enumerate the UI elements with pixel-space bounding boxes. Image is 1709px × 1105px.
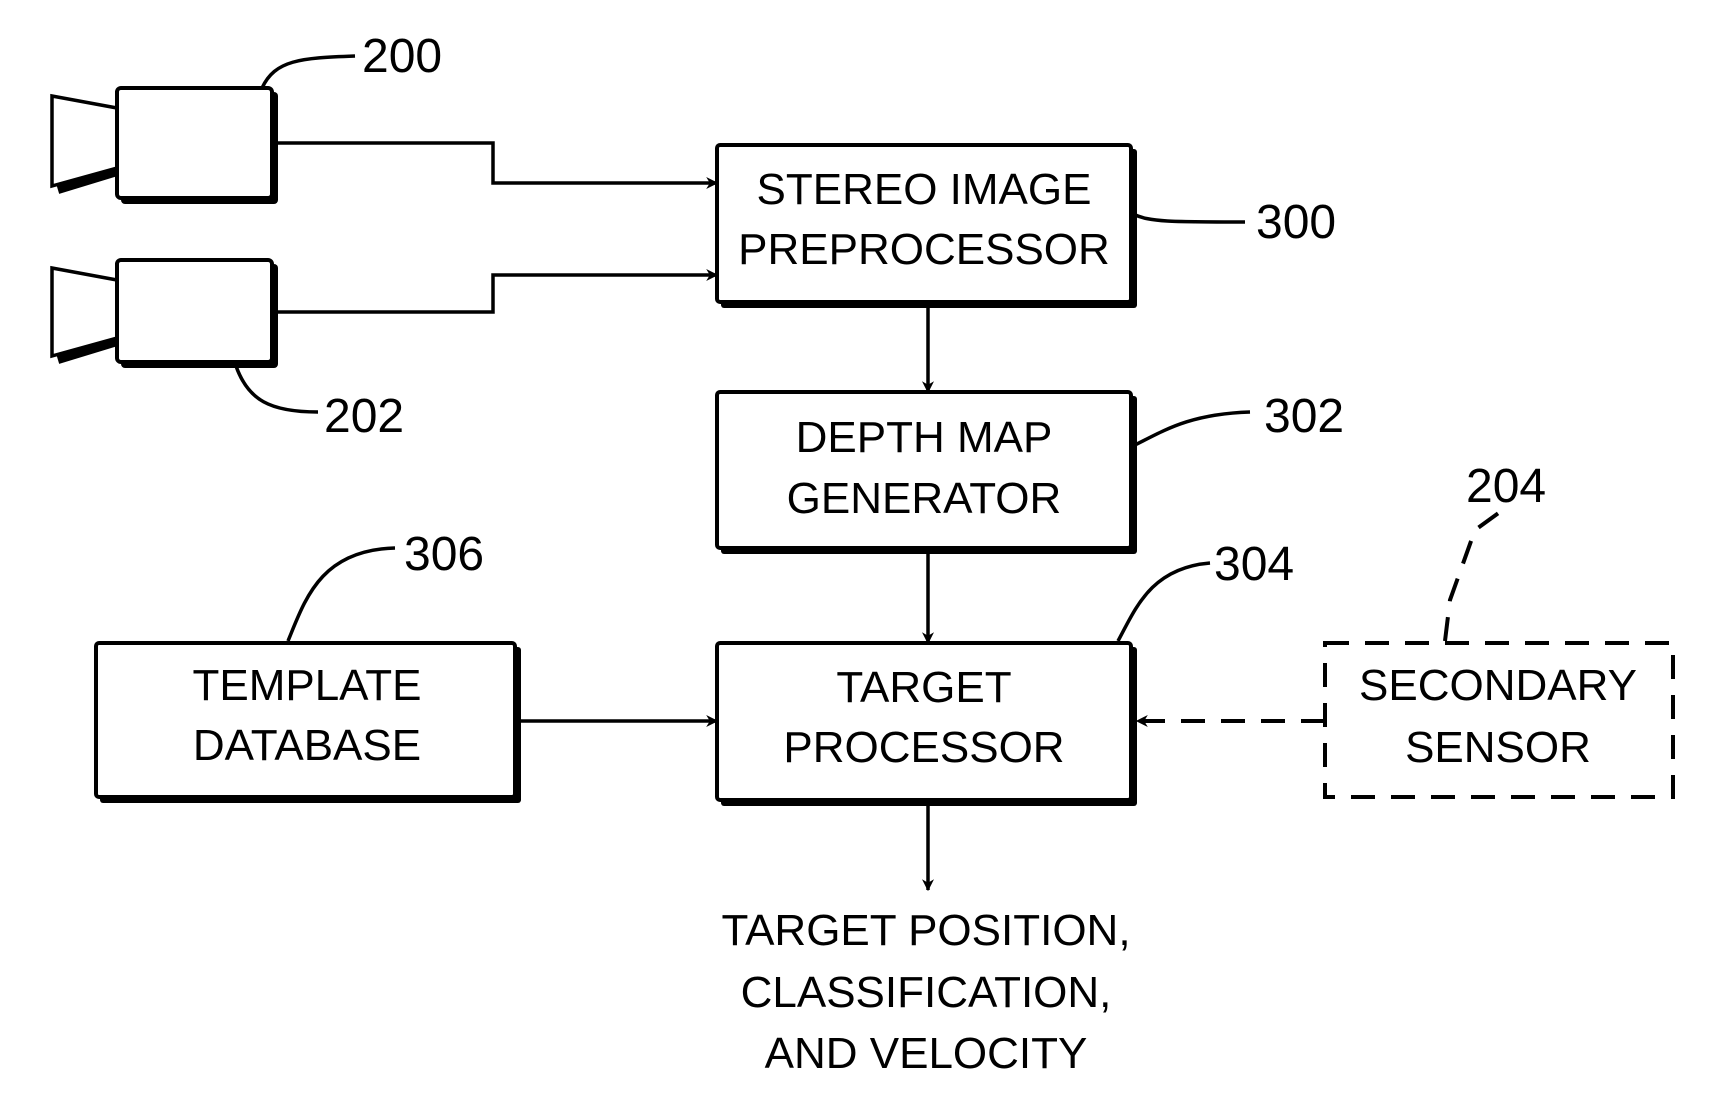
secondary-sensor-block: SECONDARY SENSOR 204 xyxy=(1323,460,1675,799)
leader-300 xyxy=(1132,212,1246,224)
leader-304 xyxy=(1116,561,1211,642)
camera-200: 200 xyxy=(50,30,442,204)
secondary-label-line1: SECONDARY xyxy=(1359,661,1637,710)
block-diagram: 200 202 STEREO IMAGE PREPROCESSOR 300 DE… xyxy=(50,30,1675,1078)
template-label-line1: TEMPLATE xyxy=(192,661,421,710)
ref-200: 200 xyxy=(362,30,442,83)
template-label-line2: DATABASE xyxy=(193,721,421,770)
leader-306 xyxy=(286,546,396,642)
stereo-label-line1: STEREO IMAGE xyxy=(757,165,1092,214)
target-label-line1: TARGET xyxy=(836,663,1011,712)
leader-204 xyxy=(1443,510,1502,642)
output-label: TARGET POSITION, CLASSIFICATION, AND VEL… xyxy=(721,906,1130,1078)
depth-label-line1: DEPTH MAP xyxy=(796,413,1053,462)
secondary-label-line2: SENSOR xyxy=(1405,723,1591,772)
depth-map-generator-block: DEPTH MAP GENERATOR 302 xyxy=(715,390,1344,554)
camera-202: 202 xyxy=(50,258,404,443)
output-line2: CLASSIFICATION, xyxy=(741,968,1112,1017)
stereo-label-line2: PREPROCESSOR xyxy=(738,225,1110,274)
template-database-block: TEMPLATE DATABASE 306 xyxy=(94,528,521,803)
ref-302: 302 xyxy=(1264,390,1344,443)
ref-306: 306 xyxy=(404,528,484,581)
ref-202: 202 xyxy=(324,390,404,443)
output-line1: TARGET POSITION, xyxy=(721,906,1130,955)
connector-202-to-stereo xyxy=(276,269,719,314)
leader-302 xyxy=(1134,410,1251,447)
ref-300: 300 xyxy=(1256,196,1336,249)
connector-200-to-stereo xyxy=(276,141,719,189)
leader-200 xyxy=(260,54,356,89)
leader-202 xyxy=(234,365,319,414)
stereo-image-preprocessor-block: STEREO IMAGE PREPROCESSOR 300 xyxy=(715,143,1336,308)
output-line3: AND VELOCITY xyxy=(765,1029,1088,1078)
depth-label-line2: GENERATOR xyxy=(787,474,1062,523)
ref-204: 204 xyxy=(1466,460,1546,513)
ref-304: 304 xyxy=(1214,538,1294,591)
target-label-line2: PROCESSOR xyxy=(783,723,1064,772)
target-processor-block: TARGET PROCESSOR 304 xyxy=(715,538,1294,806)
